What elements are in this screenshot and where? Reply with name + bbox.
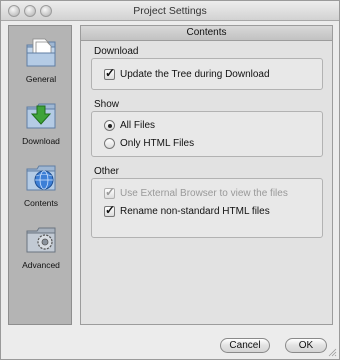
all-files-radio[interactable] (104, 119, 115, 131)
radio-dot-icon (108, 123, 112, 128)
checkmark-icon: ✓ (105, 184, 116, 199)
settings-sidebar: General Download Contents Advanced (8, 25, 72, 325)
external-browser-option[interactable]: ✓ Use External Browser to view the files (104, 184, 288, 200)
external-browser-checkbox[interactable]: ✓ (104, 184, 116, 199)
sidebar-item-label: Advanced (22, 260, 60, 270)
sidebar-item-label: Contents (23, 198, 59, 208)
panel-header: Contents (81, 26, 332, 41)
other-group: ✓ Use External Browser to view the files… (91, 178, 323, 238)
sidebar-item-label: Download (22, 136, 60, 146)
all-files-label: All Files (120, 119, 156, 131)
only-html-radio[interactable] (104, 137, 115, 149)
contents-icon (26, 165, 56, 191)
download-group: ✓ Update the Tree during Download (91, 58, 323, 90)
contents-panel: Contents Download ✓ Update the Tree duri… (80, 25, 333, 325)
show-group-title: Show (94, 99, 120, 110)
sidebar-item-general[interactable]: General (9, 30, 73, 92)
other-group-title: Other (94, 166, 120, 177)
project-settings-window: Project Settings General Download Conten… (0, 0, 340, 360)
sidebar-item-advanced[interactable]: Advanced (9, 216, 73, 278)
rename-html-option[interactable]: ✓ Rename non-standard HTML files (104, 202, 270, 218)
external-browser-label: Use External Browser to view the files (120, 187, 288, 199)
checkmark-icon: ✓ (105, 202, 116, 217)
update-tree-label: Update the Tree during Download (120, 68, 270, 80)
cancel-button[interactable]: Cancel (220, 338, 270, 353)
ok-button[interactable]: OK (285, 338, 327, 353)
update-tree-checkbox[interactable]: ✓ (104, 65, 116, 80)
only-html-label: Only HTML Files (120, 137, 195, 149)
window-title: Project Settings (133, 5, 207, 17)
checkmark-icon: ✓ (105, 65, 116, 80)
resize-grip-icon[interactable] (327, 347, 337, 357)
advanced-icon (26, 227, 56, 253)
show-group: All Files Only HTML Files (91, 111, 323, 157)
sidebar-item-download[interactable]: Download (9, 92, 73, 154)
sidebar-item-label: General (25, 74, 57, 84)
general-icon (26, 38, 56, 67)
download-group-title: Download (94, 46, 139, 57)
all-files-option[interactable]: All Files (104, 118, 155, 132)
rename-html-label: Rename non-standard HTML files (120, 205, 270, 217)
sidebar-item-contents[interactable]: Contents (9, 154, 73, 216)
download-icon (26, 103, 56, 129)
only-html-option[interactable]: Only HTML Files (104, 136, 194, 150)
update-tree-option[interactable]: ✓ Update the Tree during Download (104, 65, 270, 81)
title-bar: Project Settings (1, 1, 339, 21)
rename-html-checkbox[interactable]: ✓ (104, 202, 116, 217)
